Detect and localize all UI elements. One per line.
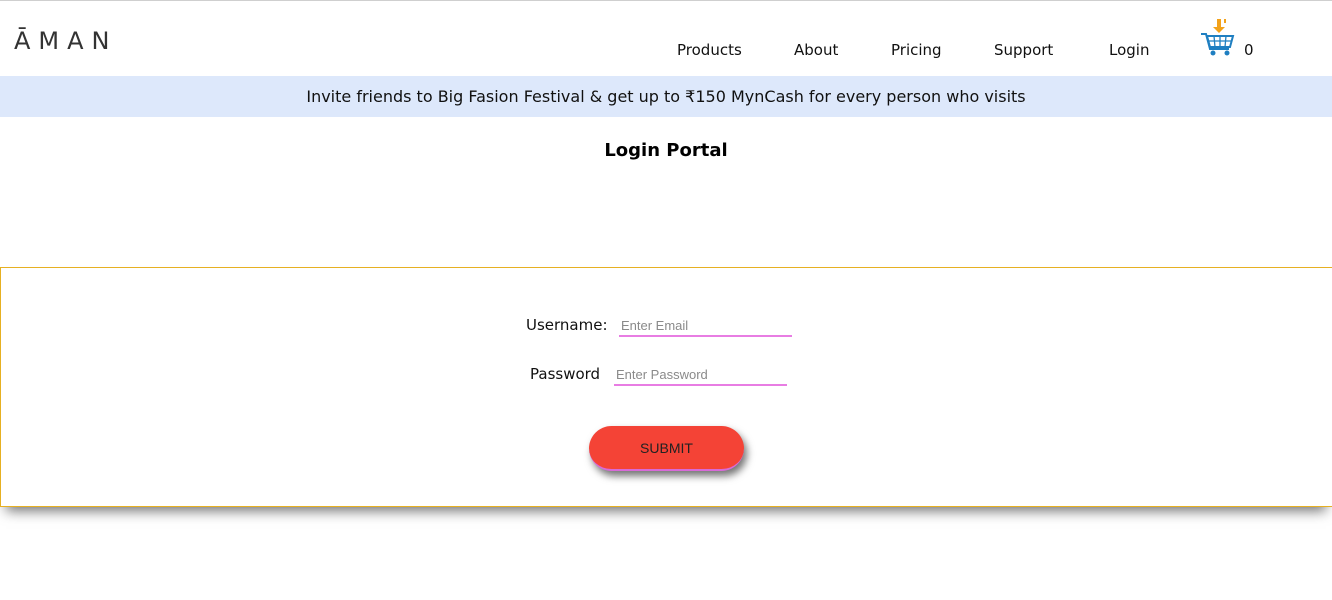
brand-logo[interactable]: ĀMAN bbox=[14, 27, 118, 55]
nav-pricing[interactable]: Pricing bbox=[891, 41, 942, 59]
nav-products[interactable]: Products bbox=[677, 41, 742, 59]
password-input[interactable] bbox=[614, 364, 787, 386]
promo-banner: Invite friends to Big Fasion Festival & … bbox=[0, 76, 1332, 117]
shopping-cart-icon[interactable] bbox=[1200, 17, 1236, 57]
promo-banner-text: Invite friends to Big Fasion Festival & … bbox=[306, 87, 1026, 106]
password-label: Password bbox=[530, 365, 601, 383]
nav-login[interactable]: Login bbox=[1109, 41, 1149, 59]
page-title: Login Portal bbox=[604, 140, 728, 161]
username-label: Username: bbox=[526, 316, 608, 334]
username-input[interactable] bbox=[619, 315, 792, 337]
cart-count-badge: 0 bbox=[1244, 41, 1254, 59]
login-form-panel bbox=[0, 267, 1332, 507]
nav-support[interactable]: Support bbox=[994, 41, 1053, 59]
nav-about[interactable]: About bbox=[794, 41, 838, 59]
submit-button[interactable]: SUBMIT bbox=[589, 426, 744, 471]
site-header: ĀMAN Products About Pricing Support Logi… bbox=[0, 1, 1332, 76]
